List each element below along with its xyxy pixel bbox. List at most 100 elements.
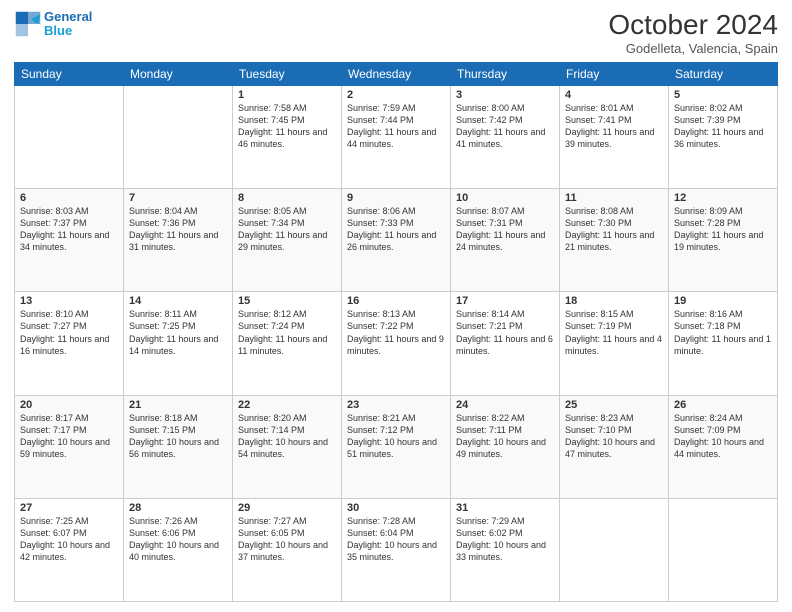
day-number: 13 [20,295,118,307]
calendar-day-cell: 13Sunrise: 8:10 AM Sunset: 7:27 PM Dayli… [15,292,124,395]
day-info: Sunrise: 8:02 AM Sunset: 7:39 PM Dayligh… [674,102,772,151]
day-info: Sunrise: 8:22 AM Sunset: 7:11 PM Dayligh… [456,412,554,461]
calendar-day-cell: 23Sunrise: 8:21 AM Sunset: 7:12 PM Dayli… [342,395,451,498]
day-info: Sunrise: 8:04 AM Sunset: 7:36 PM Dayligh… [129,205,227,254]
day-number: 26 [674,399,772,411]
day-number: 20 [20,399,118,411]
calendar-day-cell: 5Sunrise: 8:02 AM Sunset: 7:39 PM Daylig… [669,85,778,188]
calendar-day-cell: 4Sunrise: 8:01 AM Sunset: 7:41 PM Daylig… [560,85,669,188]
month-year: October 2024 [608,10,778,41]
day-info: Sunrise: 8:08 AM Sunset: 7:30 PM Dayligh… [565,205,663,254]
day-number: 7 [129,192,227,204]
calendar-day-cell [560,498,669,601]
logo-text: General Blue [44,10,92,39]
calendar-day-cell: 26Sunrise: 8:24 AM Sunset: 7:09 PM Dayli… [669,395,778,498]
calendar-day-header: Wednesday [342,62,451,85]
calendar-day-cell: 11Sunrise: 8:08 AM Sunset: 7:30 PM Dayli… [560,189,669,292]
calendar-week-row: 13Sunrise: 8:10 AM Sunset: 7:27 PM Dayli… [15,292,778,395]
calendar-day-header: Monday [124,62,233,85]
calendar-day-cell: 18Sunrise: 8:15 AM Sunset: 7:19 PM Dayli… [560,292,669,395]
day-number: 22 [238,399,336,411]
day-number: 16 [347,295,445,307]
day-info: Sunrise: 8:01 AM Sunset: 7:41 PM Dayligh… [565,102,663,151]
day-info: Sunrise: 8:15 AM Sunset: 7:19 PM Dayligh… [565,308,663,357]
calendar-day-header: Thursday [451,62,560,85]
day-number: 24 [456,399,554,411]
calendar-day-cell: 16Sunrise: 8:13 AM Sunset: 7:22 PM Dayli… [342,292,451,395]
day-number: 21 [129,399,227,411]
calendar-day-cell: 8Sunrise: 8:05 AM Sunset: 7:34 PM Daylig… [233,189,342,292]
calendar-week-row: 27Sunrise: 7:25 AM Sunset: 6:07 PM Dayli… [15,498,778,601]
calendar-day-cell: 22Sunrise: 8:20 AM Sunset: 7:14 PM Dayli… [233,395,342,498]
day-number: 15 [238,295,336,307]
calendar-day-cell: 10Sunrise: 8:07 AM Sunset: 7:31 PM Dayli… [451,189,560,292]
day-info: Sunrise: 8:05 AM Sunset: 7:34 PM Dayligh… [238,205,336,254]
calendar-day-cell: 1Sunrise: 7:58 AM Sunset: 7:45 PM Daylig… [233,85,342,188]
day-info: Sunrise: 8:11 AM Sunset: 7:25 PM Dayligh… [129,308,227,357]
day-number: 28 [129,502,227,514]
day-number: 18 [565,295,663,307]
day-info: Sunrise: 8:21 AM Sunset: 7:12 PM Dayligh… [347,412,445,461]
day-info: Sunrise: 8:09 AM Sunset: 7:28 PM Dayligh… [674,205,772,254]
day-number: 6 [20,192,118,204]
day-number: 1 [238,89,336,101]
calendar-day-header: Saturday [669,62,778,85]
day-info: Sunrise: 7:25 AM Sunset: 6:07 PM Dayligh… [20,515,118,564]
day-info: Sunrise: 8:17 AM Sunset: 7:17 PM Dayligh… [20,412,118,461]
calendar-week-row: 1Sunrise: 7:58 AM Sunset: 7:45 PM Daylig… [15,85,778,188]
day-info: Sunrise: 8:10 AM Sunset: 7:27 PM Dayligh… [20,308,118,357]
calendar-day-cell: 30Sunrise: 7:28 AM Sunset: 6:04 PM Dayli… [342,498,451,601]
day-number: 14 [129,295,227,307]
calendar-day-cell: 15Sunrise: 8:12 AM Sunset: 7:24 PM Dayli… [233,292,342,395]
logo-line1: General [44,9,92,24]
calendar-day-header: Tuesday [233,62,342,85]
calendar-day-cell: 12Sunrise: 8:09 AM Sunset: 7:28 PM Dayli… [669,189,778,292]
calendar-day-header: Friday [560,62,669,85]
day-number: 31 [456,502,554,514]
day-number: 29 [238,502,336,514]
day-number: 11 [565,192,663,204]
day-number: 25 [565,399,663,411]
day-info: Sunrise: 8:06 AM Sunset: 7:33 PM Dayligh… [347,205,445,254]
calendar-day-cell: 14Sunrise: 8:11 AM Sunset: 7:25 PM Dayli… [124,292,233,395]
calendar-day-cell [124,85,233,188]
day-number: 9 [347,192,445,204]
day-info: Sunrise: 8:13 AM Sunset: 7:22 PM Dayligh… [347,308,445,357]
calendar-day-cell: 29Sunrise: 7:27 AM Sunset: 6:05 PM Dayli… [233,498,342,601]
day-info: Sunrise: 7:29 AM Sunset: 6:02 PM Dayligh… [456,515,554,564]
calendar-day-cell [15,85,124,188]
calendar-day-cell: 6Sunrise: 8:03 AM Sunset: 7:37 PM Daylig… [15,189,124,292]
day-info: Sunrise: 7:59 AM Sunset: 7:44 PM Dayligh… [347,102,445,151]
day-info: Sunrise: 8:18 AM Sunset: 7:15 PM Dayligh… [129,412,227,461]
day-info: Sunrise: 8:00 AM Sunset: 7:42 PM Dayligh… [456,102,554,151]
calendar-day-cell [669,498,778,601]
day-info: Sunrise: 7:28 AM Sunset: 6:04 PM Dayligh… [347,515,445,564]
calendar-day-cell: 7Sunrise: 8:04 AM Sunset: 7:36 PM Daylig… [124,189,233,292]
calendar-day-cell: 25Sunrise: 8:23 AM Sunset: 7:10 PM Dayli… [560,395,669,498]
location: Godelleta, Valencia, Spain [608,41,778,56]
day-number: 10 [456,192,554,204]
day-info: Sunrise: 8:12 AM Sunset: 7:24 PM Dayligh… [238,308,336,357]
day-number: 17 [456,295,554,307]
calendar-week-row: 6Sunrise: 8:03 AM Sunset: 7:37 PM Daylig… [15,189,778,292]
day-info: Sunrise: 8:07 AM Sunset: 7:31 PM Dayligh… [456,205,554,254]
day-number: 8 [238,192,336,204]
day-number: 3 [456,89,554,101]
calendar-day-cell: 20Sunrise: 8:17 AM Sunset: 7:17 PM Dayli… [15,395,124,498]
day-number: 5 [674,89,772,101]
calendar-day-cell: 21Sunrise: 8:18 AM Sunset: 7:15 PM Dayli… [124,395,233,498]
day-info: Sunrise: 8:23 AM Sunset: 7:10 PM Dayligh… [565,412,663,461]
calendar-week-row: 20Sunrise: 8:17 AM Sunset: 7:17 PM Dayli… [15,395,778,498]
day-number: 2 [347,89,445,101]
calendar-day-header: Sunday [15,62,124,85]
page: General Blue October 2024 Godelleta, Val… [0,0,792,612]
calendar-day-cell: 24Sunrise: 8:22 AM Sunset: 7:11 PM Dayli… [451,395,560,498]
day-info: Sunrise: 8:20 AM Sunset: 7:14 PM Dayligh… [238,412,336,461]
day-info: Sunrise: 8:16 AM Sunset: 7:18 PM Dayligh… [674,308,772,357]
logo-icon [14,10,42,38]
calendar-day-cell: 27Sunrise: 7:25 AM Sunset: 6:07 PM Dayli… [15,498,124,601]
day-info: Sunrise: 7:58 AM Sunset: 7:45 PM Dayligh… [238,102,336,151]
calendar-day-cell: 9Sunrise: 8:06 AM Sunset: 7:33 PM Daylig… [342,189,451,292]
title-block: October 2024 Godelleta, Valencia, Spain [608,10,778,56]
calendar-day-cell: 28Sunrise: 7:26 AM Sunset: 6:06 PM Dayli… [124,498,233,601]
